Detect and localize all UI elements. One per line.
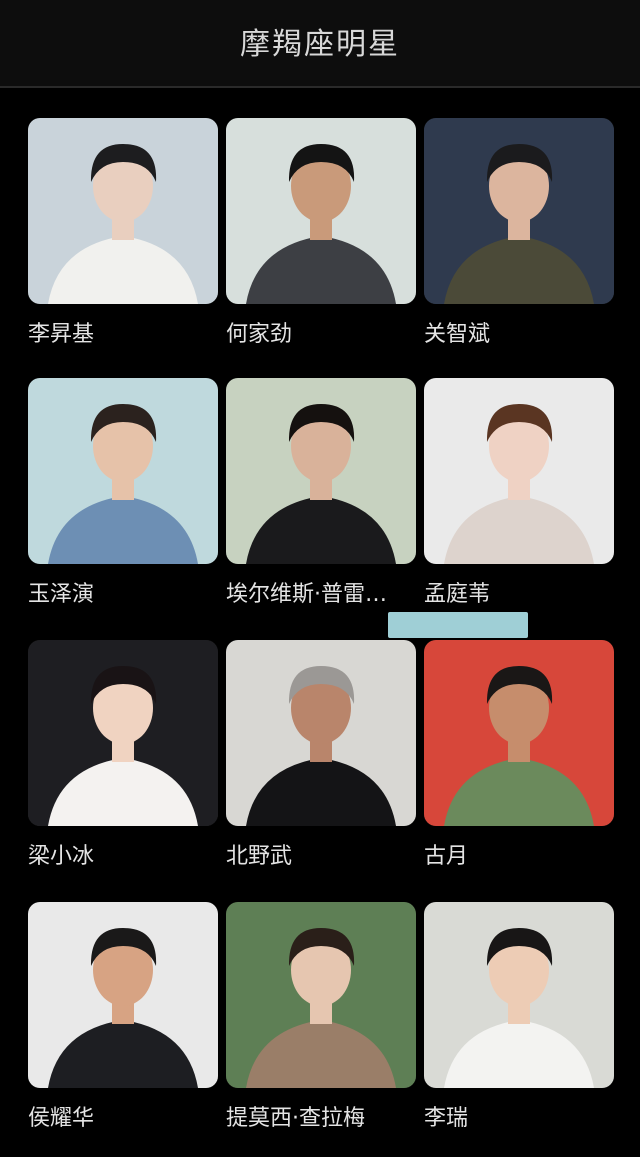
overlay-strip [388, 612, 528, 638]
portrait-image [226, 640, 416, 826]
star-card[interactable]: 关智斌 [424, 118, 614, 358]
star-name: 北野武 [226, 844, 293, 869]
star-name: 孟庭苇 [424, 582, 491, 607]
star-card[interactable]: 李昇基 [28, 118, 218, 358]
portrait-image [424, 378, 614, 564]
star-photo[interactable] [226, 640, 416, 826]
portrait-image [226, 378, 416, 564]
star-name: 李瑞 [424, 1106, 469, 1131]
star-name: 古月 [424, 844, 469, 869]
star-card[interactable]: 何家劲 [226, 118, 416, 358]
star-photo[interactable] [424, 378, 614, 564]
star-card[interactable]: 孟庭苇 [424, 378, 614, 618]
star-photo[interactable] [226, 118, 416, 304]
star-photo[interactable] [28, 378, 218, 564]
star-card[interactable]: 梁小冰 [28, 640, 218, 880]
star-card[interactable]: 北野武 [226, 640, 416, 880]
star-photo[interactable] [226, 902, 416, 1088]
portrait-image [424, 640, 614, 826]
portrait-image [424, 118, 614, 304]
star-card[interactable]: 提莫西·查拉梅 [226, 902, 416, 1142]
portrait-image [226, 902, 416, 1088]
portrait-image [424, 902, 614, 1088]
star-name: 关智斌 [424, 322, 491, 347]
star-photo[interactable] [28, 902, 218, 1088]
portrait-image [28, 902, 218, 1088]
star-photo[interactable] [226, 378, 416, 564]
star-photo[interactable] [424, 118, 614, 304]
star-card[interactable]: 埃尔维斯·普雷斯利 [226, 378, 416, 618]
star-photo[interactable] [28, 640, 218, 826]
star-card[interactable]: 侯耀华 [28, 902, 218, 1142]
star-name: 侯耀华 [28, 1106, 95, 1131]
star-name: 李昇基 [28, 322, 95, 347]
star-card[interactable]: 李瑞 [424, 902, 614, 1142]
star-grid: 李昇基 何家劲 关智斌 玉泽演 埃尔维斯·普雷斯利 孟庭苇 梁小冰 北野武 古月… [0, 88, 640, 1157]
portrait-image [226, 118, 416, 304]
star-card[interactable]: 古月 [424, 640, 614, 880]
star-card[interactable]: 玉泽演 [28, 378, 218, 618]
portrait-image [28, 378, 218, 564]
top-bar: 摩羯座明星 [0, 0, 640, 88]
star-name: 提莫西·查拉梅 [226, 1106, 365, 1131]
star-name: 埃尔维斯·普雷斯利 [226, 582, 402, 607]
star-name: 梁小冰 [28, 844, 95, 869]
star-name: 玉泽演 [28, 582, 95, 607]
star-photo[interactable] [424, 902, 614, 1088]
page-title: 摩羯座明星 [240, 27, 400, 62]
portrait-image [28, 640, 218, 826]
star-name: 何家劲 [226, 322, 293, 347]
star-photo[interactable] [424, 640, 614, 826]
star-photo[interactable] [28, 118, 218, 304]
portrait-image [28, 118, 218, 304]
